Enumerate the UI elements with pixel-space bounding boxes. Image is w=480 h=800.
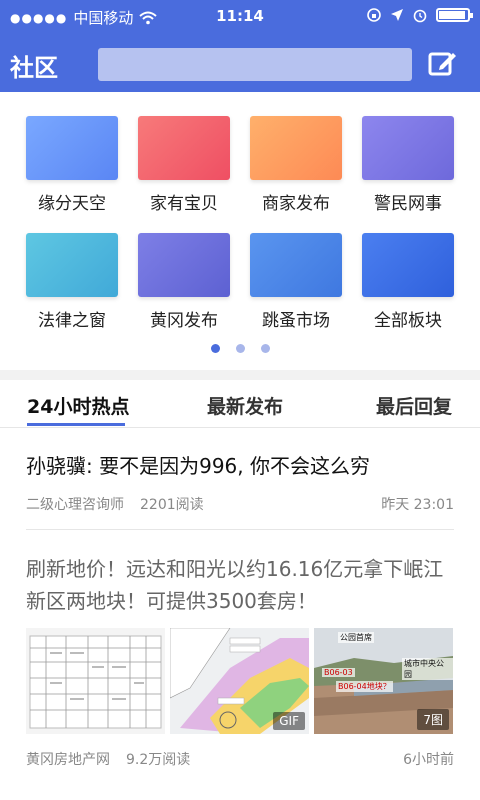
- category-label: 全部板块: [374, 311, 442, 331]
- category-icon: [362, 116, 454, 180]
- category-label: 法律之窗: [38, 311, 106, 331]
- article-time: 昨天 23:01: [381, 497, 454, 513]
- article-title-line: 新区两地块！可提供3500套房！: [26, 589, 317, 613]
- category-icon: [26, 233, 118, 297]
- article-author: 黄冈房地产网: [26, 752, 110, 768]
- category-label: 跳蚤市场: [262, 311, 330, 331]
- page-indicator: [0, 344, 480, 353]
- category-tile[interactable]: 缘分天空: [26, 116, 118, 214]
- page-dot: [260, 344, 270, 353]
- table-document-graphic: [29, 635, 162, 729]
- page-dot-active: [210, 344, 220, 353]
- article-image-table[interactable]: [26, 628, 165, 734]
- divider: [26, 529, 454, 530]
- status-bar: ●●●●● 中国移动 11:14: [0, 0, 480, 34]
- category-icon: [362, 233, 454, 297]
- article-meta: 二级心理咨询师 2201阅读 昨天 23:01: [26, 494, 454, 514]
- category-grid: 缘分天空 家有宝贝 商家发布 警民网事 法律之窗 黄冈发布 跳蚤市场 全部板块: [0, 92, 480, 370]
- article-time: 6小时前: [403, 752, 454, 768]
- status-right: [366, 7, 473, 23]
- tab-24h-hot[interactable]: 24小时热点: [27, 392, 129, 419]
- category-label: 黄冈发布: [150, 311, 218, 331]
- category-label: 缘分天空: [38, 194, 106, 214]
- category-icon: [250, 233, 342, 297]
- alarm-icon: [413, 9, 427, 23]
- category-icon: [250, 116, 342, 180]
- rotation-lock-icon: [367, 8, 381, 22]
- photo-label: 城市中央公园: [402, 658, 453, 680]
- category-tile[interactable]: 家有宝贝: [138, 116, 230, 214]
- feed-item-meta: 黄冈房地产网 9.2万阅读 6小时前: [26, 749, 454, 769]
- tab-last-reply[interactable]: 最后回复: [376, 392, 452, 419]
- photo-label: B06-03: [322, 668, 355, 677]
- category-tile[interactable]: 跳蚤市场: [250, 233, 342, 331]
- section-separator: [0, 370, 480, 380]
- category-icon: [138, 233, 230, 297]
- category-tile[interactable]: 法律之窗: [26, 233, 118, 331]
- feed-item[interactable]: 孙骁骥: 要不是因为996, 你不会这么穷 二级心理咨询师 2201阅读 昨天 …: [26, 450, 454, 514]
- feed-tabs: 24小时热点 最新发布 最后回复: [0, 380, 480, 428]
- photo-label: B06-04地块？: [336, 681, 393, 692]
- article-image-photo[interactable]: 公园首席 B06-03 B06-04地块？ 城市中央公园 7图: [314, 628, 453, 734]
- article-image-strip[interactable]: GIF 公园首席 B06-03 B06-04地块？ 城市中央公园 7图: [26, 628, 454, 734]
- tab-latest[interactable]: 最新发布: [207, 392, 283, 419]
- category-tile[interactable]: 警民网事: [362, 116, 454, 214]
- search-input[interactable]: [98, 48, 412, 81]
- article-reads: 9.2万阅读: [126, 752, 191, 768]
- active-tab-indicator: [27, 423, 125, 426]
- category-tile[interactable]: 商家发布: [250, 116, 342, 214]
- category-label: 商家发布: [262, 194, 330, 214]
- article-title: 孙骁骥: 要不是因为996, 你不会这么穷: [26, 454, 370, 478]
- article-author: 二级心理咨询师: [26, 497, 124, 513]
- article-image-map[interactable]: GIF: [170, 628, 309, 734]
- battery-icon: [436, 8, 473, 22]
- category-icon: [26, 116, 118, 180]
- feed-item[interactable]: 刷新地价！远达和阳光以约16.16亿元拿下岷江 新区两地块！可提供3500套房！: [26, 553, 454, 617]
- category-tile[interactable]: 黄冈发布: [138, 233, 230, 331]
- compose-edit-icon[interactable]: [424, 46, 460, 82]
- article-meta: 黄冈房地产网 9.2万阅读 6小时前: [26, 749, 454, 769]
- page-title: 社区: [10, 54, 58, 82]
- article-reads: 2201阅读: [140, 497, 204, 513]
- category-label: 警民网事: [374, 194, 442, 214]
- top-bar: 社区: [0, 34, 480, 92]
- category-icon: [138, 116, 230, 180]
- category-label: 家有宝贝: [150, 194, 218, 214]
- location-arrow-icon: [391, 9, 403, 21]
- photo-label: 公园首席: [338, 632, 374, 643]
- gif-badge: GIF: [273, 712, 305, 730]
- category-tile[interactable]: 全部板块: [362, 233, 454, 331]
- article-title-line: 刷新地价！远达和阳光以约16.16亿元拿下岷江: [26, 557, 444, 581]
- image-count-badge: 7图: [417, 709, 449, 730]
- page-dot: [235, 344, 245, 353]
